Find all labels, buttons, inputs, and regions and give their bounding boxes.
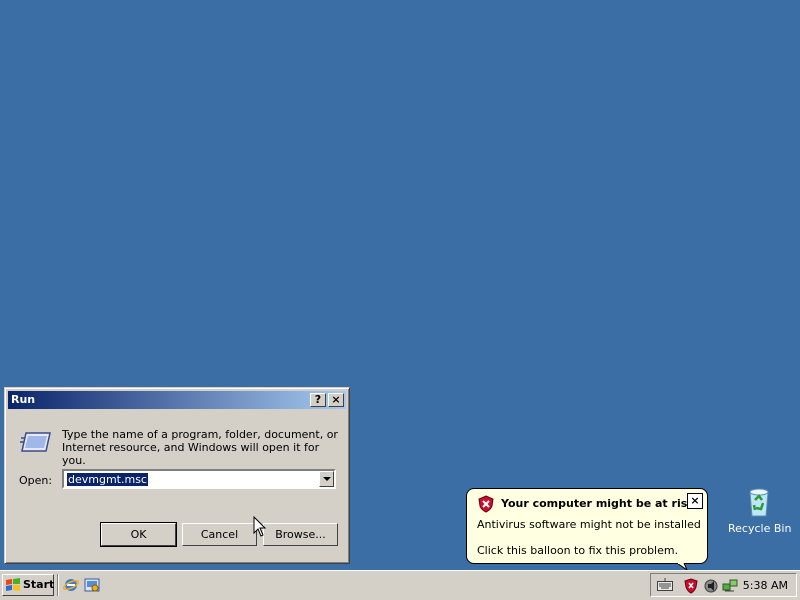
cancel-button[interactable]: Cancel — [182, 523, 257, 546]
open-input-value[interactable]: devmgmt.msc — [67, 473, 148, 486]
taskbar: Start 5:38 AM — [0, 570, 800, 600]
security-alert-icon[interactable] — [684, 578, 698, 594]
balloon-close-button[interactable]: × — [687, 493, 703, 509]
system-tray: 5:38 AM — [650, 573, 797, 597]
run-description-line2: Internet resource, and Windows will open… — [62, 441, 320, 467]
network-icon[interactable] — [722, 578, 738, 594]
close-button[interactable]: × — [328, 393, 344, 407]
browse-button[interactable]: Browse... — [263, 523, 338, 546]
run-description: Type the name of a program, folder, docu… — [62, 428, 342, 467]
run-program-icon — [20, 432, 51, 452]
windows-logo-icon — [6, 578, 20, 591]
open-combobox[interactable]: devmgmt.msc — [62, 469, 336, 489]
mouse-cursor-icon — [253, 516, 267, 537]
recycle-bin-label: Recycle Bin — [728, 522, 792, 535]
security-shield-icon — [478, 495, 494, 513]
run-dialog: Run ? × Type the name of a program, fold… — [4, 387, 350, 564]
show-desktop-icon[interactable] — [84, 577, 100, 593]
run-description-line1: Type the name of a program, folder, docu… — [62, 428, 338, 441]
recycle-bin-icon — [749, 488, 769, 517]
keyboard-icon[interactable] — [657, 578, 673, 592]
balloon-message-line2: Click this balloon to fix this problem. — [477, 544, 679, 557]
run-title-bar[interactable]: Run ? × — [8, 391, 346, 409]
start-button[interactable]: Start — [2, 574, 54, 596]
quick-launch-separator — [57, 574, 59, 596]
volume-icon[interactable] — [703, 578, 719, 594]
recycle-bin[interactable]: Recycle Bin — [728, 486, 792, 535]
start-label: Start — [23, 578, 55, 591]
security-balloon[interactable]: Your computer might be at risk × Antivir… — [466, 488, 708, 564]
open-label: Open: — [19, 474, 53, 487]
clock[interactable]: 5:38 AM — [743, 579, 788, 592]
dropdown-arrow-icon[interactable] — [319, 471, 334, 487]
balloon-title: Your computer might be at risk — [501, 497, 695, 510]
run-title: Run — [11, 393, 36, 406]
balloon-message-line1: Antivirus software might not be installe… — [477, 518, 701, 531]
ok-button[interactable]: OK — [100, 522, 177, 547]
internet-explorer-icon[interactable] — [63, 577, 79, 593]
help-button[interactable]: ? — [310, 393, 326, 407]
